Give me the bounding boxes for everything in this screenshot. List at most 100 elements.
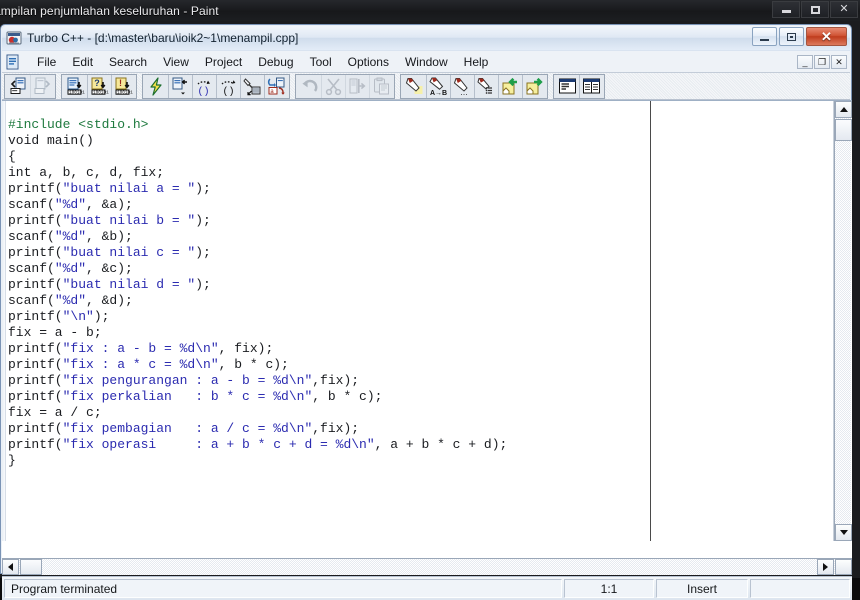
status-message: Program terminated	[4, 579, 562, 598]
code-token: "%d"	[54, 293, 87, 308]
menu-item-help[interactable]: Help	[456, 53, 497, 71]
step-out-icon[interactable]: ()	[216, 74, 240, 98]
svg-text:(): ()	[198, 86, 210, 96]
statusbar: Program terminated 1:1 Insert	[2, 576, 852, 600]
turbo-restore-button[interactable]	[779, 27, 804, 46]
code-token: printf(	[8, 341, 63, 356]
cascade-windows-icon[interactable]	[555, 75, 579, 98]
mdi-close-button[interactable]: ✕	[831, 54, 847, 69]
code-token: "buat nilai a = "	[62, 181, 196, 196]
code-token: printf(	[8, 277, 63, 292]
svg-text:A→B: A→B	[430, 90, 447, 96]
editor-gutter	[2, 101, 6, 541]
cut-icon[interactable]	[321, 74, 345, 98]
code-editor[interactable]: #include <stdio.h> void main(){int a, b, …	[2, 101, 834, 541]
code-line: #include <stdio.h>	[8, 117, 507, 133]
scroll-up-button[interactable]	[835, 101, 852, 118]
code-line: printf("fix perkalian : b * c = %d\n", b…	[8, 389, 507, 405]
code-token: "\n"	[62, 309, 94, 324]
mdi-restore-button[interactable]: ❐	[814, 54, 830, 69]
toolbar-group-file	[4, 73, 56, 99]
watch-icon[interactable]: a	[264, 74, 288, 98]
code-token: , &c);	[86, 261, 133, 276]
menu-item-file[interactable]: File	[29, 53, 64, 71]
save-file-icon[interactable]	[30, 74, 54, 98]
document-icon	[5, 54, 21, 70]
svg-text:100101: 100101	[117, 90, 133, 95]
editor-vertical-scrollbar[interactable]	[834, 101, 852, 541]
inspect-icon[interactable]	[240, 74, 264, 98]
turbo-minimize-button[interactable]	[752, 27, 777, 46]
turbo-close-button[interactable]: ✕	[806, 27, 847, 46]
menu-item-options[interactable]: Options	[340, 53, 397, 71]
scrollbar-corner	[835, 559, 852, 575]
menu-item-search[interactable]: Search	[101, 53, 155, 71]
scroll-left-button[interactable]	[2, 559, 19, 575]
code-line: fix = a / c;	[8, 405, 507, 421]
code-token: printf(	[8, 213, 63, 228]
menu-item-tool[interactable]: Tool	[302, 53, 340, 71]
code-token: }	[8, 453, 16, 468]
code-token: );	[195, 181, 211, 196]
prev-bookmark-icon[interactable]	[498, 74, 522, 98]
scroll-right-button[interactable]	[817, 559, 834, 575]
editor-horizontal-scrollbar[interactable]	[2, 558, 852, 575]
code-token: "fix operasi : a + b * c + d = %d\n"	[62, 437, 375, 452]
source-code[interactable]: #include <stdio.h> void main(){int a, b, …	[8, 117, 507, 469]
paint-close-button[interactable]: ✕	[830, 1, 858, 18]
find-icon[interactable]	[402, 75, 426, 98]
next-bookmark-icon[interactable]	[522, 74, 546, 98]
code-line: scanf("%d", &b);	[8, 229, 507, 245]
code-token: ,fix);	[312, 373, 360, 388]
code-line: printf("buat nilai d = ");	[8, 277, 507, 293]
goto-icon[interactable]	[474, 74, 498, 98]
vertical-scroll-thumb[interactable]	[835, 119, 852, 141]
code-token: "%d"	[54, 229, 87, 244]
code-line: printf("\n");	[8, 309, 507, 325]
code-token: fix = a / c;	[8, 405, 102, 420]
code-line: printf("fix pengurangan : a - b = %d\n",…	[8, 373, 507, 389]
horizontal-scroll-thumb[interactable]	[20, 559, 42, 575]
undo-icon[interactable]	[297, 75, 321, 98]
code-line: printf("buat nilai b = ");	[8, 213, 507, 229]
turbo-titlebar[interactable]: Turbo C++ - [d:\master\baru\ioik2~1\mena…	[2, 26, 850, 50]
trace-into-icon[interactable]: ()	[192, 74, 216, 98]
svg-text:100101: 100101	[69, 90, 85, 95]
make-icon[interactable]: ? 100101	[87, 74, 111, 98]
code-line: scanf("%d", &d);	[8, 293, 507, 309]
open-file-icon[interactable]	[6, 75, 30, 98]
copy-icon[interactable]	[345, 74, 369, 98]
tile-windows-icon[interactable]	[579, 74, 603, 98]
code-token: , b * c);	[312, 389, 383, 404]
menu-item-debug[interactable]: Debug	[250, 53, 301, 71]
menu-item-project[interactable]: Project	[197, 53, 250, 71]
toolbar-group-run: () () a	[142, 73, 290, 99]
code-line: printf("fix operasi : a + b * c + d = %d…	[8, 437, 507, 453]
menu-item-window[interactable]: Window	[397, 53, 456, 71]
menu-item-edit[interactable]: Edit	[64, 53, 101, 71]
code-token: int a, b, c, d, fix;	[8, 165, 165, 180]
svg-text:!: !	[119, 78, 122, 88]
paint-maximize-button[interactable]	[801, 1, 829, 18]
right-margin-marker	[650, 101, 651, 541]
step-over-icon[interactable]	[168, 74, 192, 98]
code-token: , &b);	[86, 229, 133, 244]
code-token: printf(	[8, 373, 63, 388]
search-again-icon[interactable]: …	[450, 74, 474, 98]
compile-icon[interactable]: 100101	[63, 75, 87, 98]
paint-minimize-button[interactable]	[772, 1, 800, 18]
code-token: #include <stdio.h>	[8, 117, 149, 132]
replace-icon[interactable]: A→B	[426, 74, 450, 98]
code-token: "fix perkalian : b * c = %d\n"	[62, 389, 313, 404]
toolbar-group-search: A→B …	[400, 73, 548, 99]
paste-icon[interactable]	[369, 74, 393, 98]
scroll-down-button[interactable]	[835, 524, 852, 541]
mdi-minimize-button[interactable]: _	[797, 54, 813, 69]
toolbar-group-edit	[295, 73, 395, 99]
menu-item-view[interactable]: View	[155, 53, 197, 71]
code-token: {	[8, 149, 16, 164]
build-icon[interactable]: ! 100101	[111, 74, 135, 98]
code-token: "fix : a - b = %d\n"	[62, 341, 219, 356]
run-lightning-icon[interactable]	[144, 75, 168, 98]
code-line: printf("fix pembagian : a / c = %d\n",fi…	[8, 421, 507, 437]
